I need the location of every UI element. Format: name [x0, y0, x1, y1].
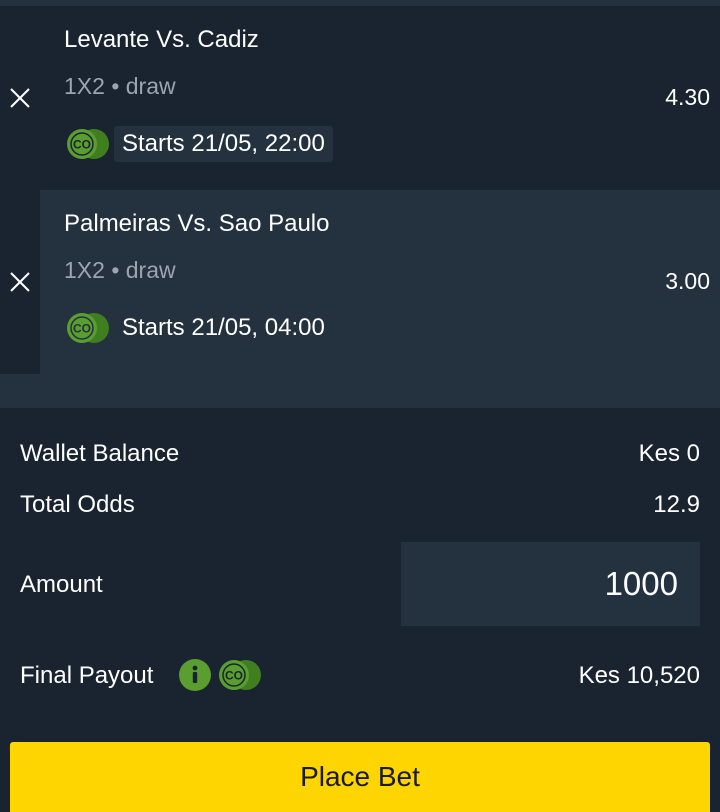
svg-text:CO: CO [225, 669, 243, 683]
bet-odds: 4.30 [665, 84, 710, 110]
section-divider [0, 374, 720, 408]
match-title: Palmeiras Vs. Sao Paulo [64, 210, 330, 237]
match-title: Levante Vs. Cadiz [64, 26, 259, 53]
start-time: Starts 21/05, 22:00 [114, 126, 333, 162]
co-badge-icon: CO [219, 660, 261, 690]
info-icon[interactable] [179, 659, 211, 691]
start-time: Starts 21/05, 04:00 [122, 314, 325, 341]
market-selection: 1X2 • draw [64, 73, 176, 99]
market-selection: 1X2 • draw [64, 257, 176, 283]
place-bet-button[interactable]: Place Bet [10, 742, 710, 812]
final-payout-value: Kes 10,520 [578, 662, 700, 689]
bet-item: Palmeiras Vs. Sao Paulo 1X2 • draw CO St… [0, 190, 720, 374]
co-badge-icon: CO [67, 313, 109, 343]
svg-text:CO: CO [73, 138, 91, 152]
amount-value: 1000 [604, 565, 678, 602]
remove-bet-button[interactable] [6, 268, 34, 296]
place-bet-label: Place Bet [300, 761, 420, 792]
wallet-balance-value: Kes 0 [638, 440, 700, 467]
bet-odds: 3.00 [665, 268, 710, 294]
total-odds-value: 12.9 [653, 491, 700, 518]
close-icon [10, 88, 30, 108]
remove-bet-button[interactable] [6, 84, 34, 112]
total-odds-label: Total Odds [20, 491, 135, 518]
amount-label: Amount [20, 571, 103, 598]
final-payout-label: Final Payout [20, 662, 154, 689]
svg-text:CO: CO [73, 322, 91, 336]
co-badge-icon: CO [67, 129, 109, 159]
amount-input[interactable]: 1000 [401, 542, 700, 626]
bet-item: Levante Vs. Cadiz 1X2 • draw CO Starts 2… [0, 6, 720, 190]
wallet-balance-label: Wallet Balance [20, 440, 180, 467]
close-icon [10, 272, 30, 292]
